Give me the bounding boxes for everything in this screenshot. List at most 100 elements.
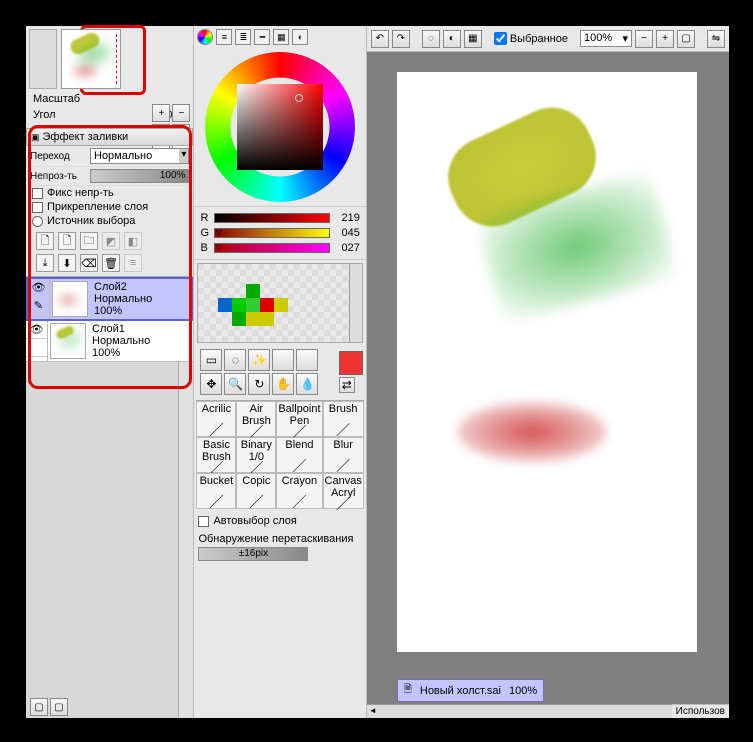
- scratchpad-icon[interactable]: ◐: [292, 29, 308, 45]
- flip-h-btn[interactable]: ⇋: [707, 30, 725, 48]
- foreground-color[interactable]: [339, 351, 363, 375]
- opacity-label: Непроз-ть: [30, 171, 86, 182]
- redo-button[interactable]: ↷: [392, 30, 410, 48]
- brush-blend[interactable]: Blend／: [276, 437, 322, 473]
- zoom-in-button[interactable]: +: [152, 104, 170, 122]
- invert-select-button[interactable]: ◐: [443, 30, 461, 48]
- fill-effect-header: Эффект заливки: [26, 128, 193, 146]
- angle-label: Угол: [33, 109, 56, 121]
- r-label: R: [200, 212, 210, 224]
- selected-checkbox[interactable]: [494, 32, 507, 45]
- rotate-tool[interactable]: ↻: [248, 373, 270, 395]
- canvas[interactable]: [397, 72, 697, 652]
- swap-colors-icon[interactable]: ⇄: [339, 377, 355, 393]
- brush-basic-brush[interactable]: Basic Brush／: [196, 437, 236, 473]
- layer-item[interactable]: 👁 ✎ Слой2 Нормально 100%: [26, 277, 193, 321]
- layer-name: Слой2: [94, 281, 152, 293]
- b-slider[interactable]: [214, 243, 329, 253]
- zoom-out-btn[interactable]: −: [635, 30, 653, 48]
- auto-select-checkbox[interactable]: [198, 516, 209, 527]
- clip-layer-label: Прикрепление слоя: [47, 201, 148, 213]
- zoom-select[interactable]: 100%: [580, 30, 632, 47]
- r-value: 219: [334, 212, 360, 224]
- zoom-fit-btn[interactable]: ▢: [677, 30, 695, 48]
- g-value: 045: [334, 227, 360, 239]
- select-source-label: Источник выбора: [47, 215, 135, 227]
- show-select-button[interactable]: ▦: [464, 30, 482, 48]
- lasso-tool[interactable]: ◌: [224, 349, 246, 371]
- zoom-tool[interactable]: 🔍: [224, 373, 246, 395]
- brush-acrilic[interactable]: Acrilic／: [196, 401, 236, 437]
- color-wheel-icon[interactable]: [197, 29, 213, 45]
- thumb-prev: [29, 29, 57, 89]
- transfer-down-button[interactable]: ⤓: [36, 254, 54, 272]
- zoom-in-btn[interactable]: +: [656, 30, 674, 48]
- panel-toggle-2[interactable]: ▢: [50, 698, 68, 716]
- layer-mode: Нормально: [92, 335, 150, 347]
- fix-opacity-label: Фикс непр-ть: [47, 187, 114, 199]
- layer-mode: Нормально: [94, 293, 152, 305]
- brush-air-brush[interactable]: Air Brush／: [236, 401, 276, 437]
- zoom-out-button[interactable]: −: [172, 104, 190, 122]
- select-source-radio[interactable]: [32, 216, 43, 227]
- hand-tool[interactable]: ✋: [272, 373, 294, 395]
- brush-canvas-acryl[interactable]: Canvas Acryl／: [323, 473, 364, 509]
- deselect-button[interactable]: ◌: [422, 30, 440, 48]
- blend-mode-select[interactable]: Нормально: [90, 148, 189, 164]
- delete-layer-button[interactable]: 🗑: [102, 254, 120, 272]
- g-label: G: [200, 227, 210, 239]
- g-slider[interactable]: [214, 228, 329, 238]
- merge-down-button[interactable]: ⬇: [58, 254, 76, 272]
- color-wheel[interactable]: [205, 52, 355, 202]
- rgb-bars-icon[interactable]: ≡: [216, 29, 232, 45]
- new-linework-button[interactable]: 🗋: [58, 232, 76, 250]
- visibility-icon[interactable]: 👁: [26, 321, 47, 339]
- r-slider[interactable]: [214, 213, 329, 223]
- spacer: [296, 349, 318, 371]
- brush-ballpoint-pen[interactable]: Ballpoint Pen／: [276, 401, 322, 437]
- clip-layer-checkbox[interactable]: [32, 202, 43, 213]
- brush-brush[interactable]: Brush／: [323, 401, 364, 437]
- panel-toggle-1[interactable]: ▢: [30, 698, 48, 716]
- clear-layer-button[interactable]: ⌫: [80, 254, 98, 272]
- drag-detect-label: Обнаружение перетаскивания: [198, 533, 361, 545]
- opacity-slider[interactable]: 100%: [90, 169, 189, 183]
- swatches-icon[interactable]: ▦: [273, 29, 289, 45]
- mask-button[interactable]: ◩: [102, 232, 120, 250]
- brush-crayon[interactable]: Crayon／: [276, 473, 322, 509]
- scale-label: Масштаб: [33, 93, 80, 105]
- magic-wand-tool[interactable]: ✨: [248, 349, 270, 371]
- undo-button[interactable]: ↶: [371, 30, 389, 48]
- swatch-panel[interactable]: [197, 263, 362, 343]
- apply-mask-button[interactable]: ◧: [124, 232, 142, 250]
- layer-item[interactable]: 👁 Слой1 Нормально 100%: [26, 321, 193, 362]
- document-tab[interactable]: Новый холст.sai100%: [397, 679, 544, 702]
- status-bar: Использов: [672, 704, 729, 718]
- brush-copic[interactable]: Copic／: [236, 473, 276, 509]
- visibility-icon[interactable]: 👁: [28, 279, 49, 297]
- hsv-bars-icon[interactable]: ≣: [235, 29, 251, 45]
- new-folder-button[interactable]: 🗀: [80, 232, 98, 250]
- color-square[interactable]: [237, 84, 323, 170]
- rect-select-tool[interactable]: ▭: [200, 349, 222, 371]
- blend-mode-label: Переход: [30, 151, 86, 162]
- layer-opacity: 100%: [92, 347, 150, 359]
- brush-blur[interactable]: Blur／: [323, 437, 364, 473]
- spacer: [272, 349, 294, 371]
- fix-opacity-checkbox[interactable]: [32, 188, 43, 199]
- move-tool[interactable]: ✥: [200, 373, 222, 395]
- edit-icon[interactable]: ✎: [28, 297, 49, 315]
- navigator-thumb[interactable]: [61, 29, 121, 89]
- b-label: B: [200, 242, 210, 254]
- layer-opacity: 100%: [94, 305, 152, 317]
- layer-name: Слой1: [92, 323, 150, 335]
- brush-bucket[interactable]: Bucket／: [196, 473, 236, 509]
- eyedropper-tool[interactable]: 💧: [296, 373, 318, 395]
- edit-icon[interactable]: [26, 339, 47, 357]
- brush-binary-1-0[interactable]: Binary 1/0／: [236, 437, 276, 473]
- flatten-button[interactable]: ≡: [124, 254, 142, 272]
- new-layer-button[interactable]: 🗋: [36, 232, 54, 250]
- gray-bar-icon[interactable]: ━: [254, 29, 270, 45]
- drag-detect-slider[interactable]: ±16pix: [198, 547, 308, 561]
- selected-label: Выбранное: [510, 33, 568, 45]
